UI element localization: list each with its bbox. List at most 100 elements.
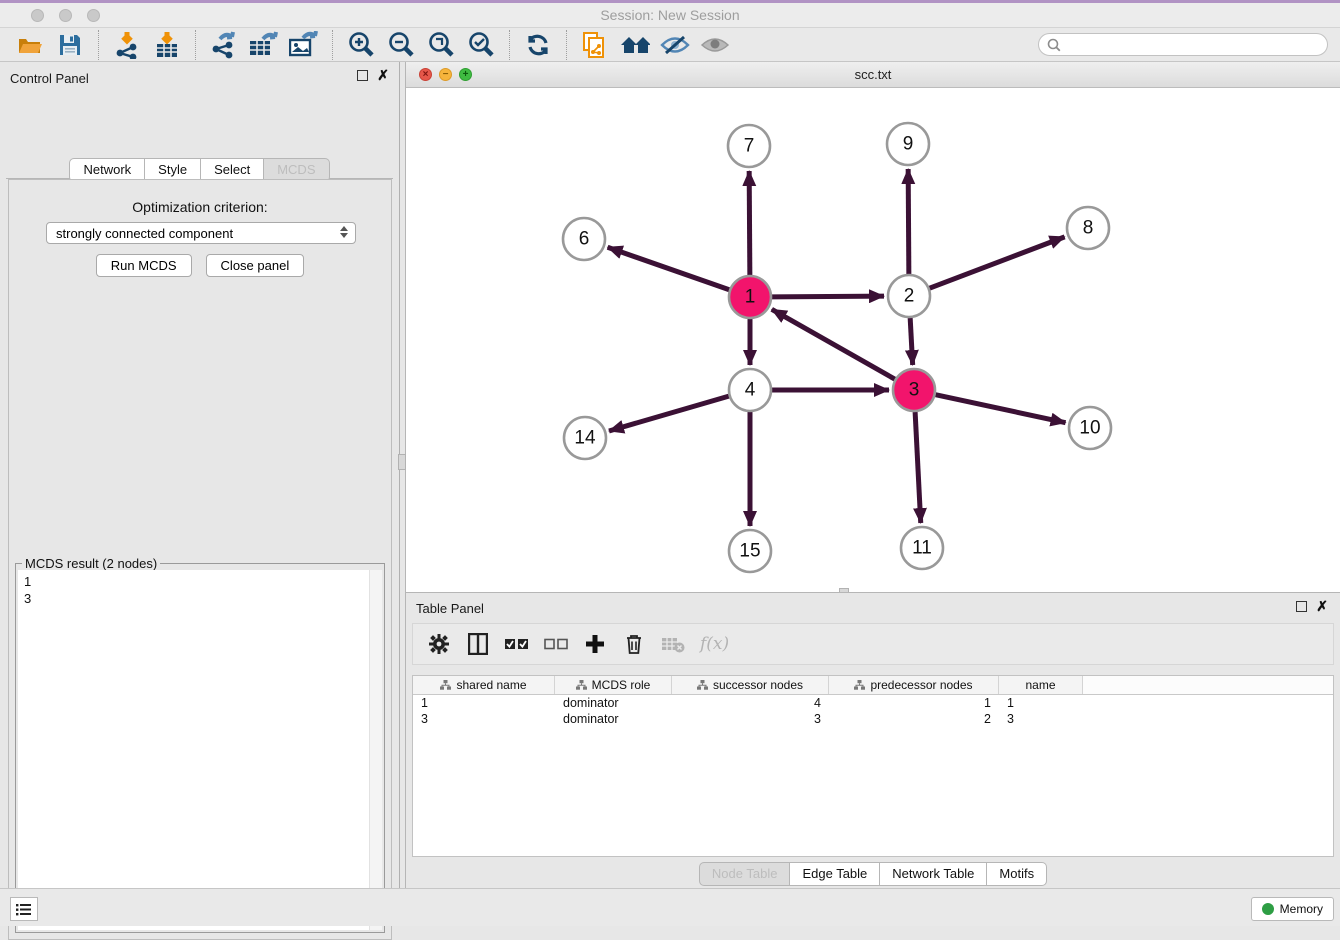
- table-cell[interactable]: 3: [413, 711, 555, 727]
- table-cell[interactable]: 3: [672, 711, 829, 727]
- graph-node-2[interactable]: 2: [888, 275, 930, 317]
- table-cell[interactable]: 4: [672, 695, 829, 711]
- table-cell[interactable]: 3: [999, 711, 1083, 727]
- graph-edge-3-11[interactable]: [915, 412, 921, 523]
- svg-text:2: 2: [904, 286, 915, 307]
- svg-text:11: 11: [912, 538, 932, 559]
- graph-node-8[interactable]: 8: [1067, 207, 1109, 249]
- table-header-row[interactable]: shared nameMCDS rolesuccessor nodesprede…: [413, 676, 1333, 695]
- zoom-in-icon[interactable]: [346, 31, 376, 59]
- export-network-icon[interactable]: [209, 31, 239, 59]
- table-cell[interactable]: 1: [999, 695, 1083, 711]
- graph-edge-2-8[interactable]: [930, 237, 1065, 288]
- column-header-name[interactable]: name: [999, 676, 1083, 694]
- close-panel-icon[interactable]: ✗: [377, 70, 389, 81]
- tree-sort-icon: [697, 680, 708, 690]
- table-cell[interactable]: 1: [413, 695, 555, 711]
- deselect-checkboxes-icon[interactable]: [544, 632, 568, 656]
- column-header-predecessor-nodes[interactable]: predecessor nodes: [829, 676, 999, 694]
- graph-node-10[interactable]: 10: [1069, 407, 1111, 449]
- splitter-grip[interactable]: [398, 454, 406, 470]
- run-mcds-button[interactable]: Run MCDS: [96, 254, 192, 277]
- graph-node-15[interactable]: 15: [729, 530, 771, 572]
- select-all-checkboxes-icon[interactable]: [505, 632, 529, 656]
- graph-node-6[interactable]: 6: [563, 218, 605, 260]
- tab-motifs[interactable]: Motifs: [987, 862, 1047, 886]
- graph-edge-2-3[interactable]: [910, 318, 913, 365]
- graph-node-11[interactable]: 11: [901, 527, 943, 569]
- search-input[interactable]: [1066, 38, 1316, 52]
- home-layouts-icon[interactable]: [620, 31, 650, 59]
- import-network-icon[interactable]: [112, 31, 142, 59]
- refresh-icon[interactable]: [523, 31, 553, 59]
- hide-eye-icon[interactable]: [660, 31, 690, 59]
- tab-network-table[interactable]: Network Table: [880, 862, 987, 886]
- memory-button[interactable]: Memory: [1251, 897, 1334, 921]
- mcds-result-list[interactable]: 13: [18, 570, 382, 930]
- gear-icon[interactable]: [427, 632, 451, 656]
- export-table-icon[interactable]: [249, 31, 279, 59]
- table-toolbar: f(x): [412, 623, 1334, 665]
- graph-edge-1-2[interactable]: [772, 296, 884, 297]
- import-table-icon[interactable]: [152, 31, 182, 59]
- mcds-panel: Optimization criterion: strongly connect…: [8, 179, 392, 940]
- graph-node-3[interactable]: 3: [893, 369, 935, 411]
- columns-icon[interactable]: [466, 632, 490, 656]
- network-canvas[interactable]: 7 9 6 8 1 2 4 3 14 10 15 11: [406, 88, 1340, 592]
- toolbar-separator: [332, 30, 333, 60]
- table-tabs: Node TableEdge TableNetwork TableMotifs: [406, 862, 1340, 886]
- graph-edge-1-7[interactable]: [749, 171, 750, 275]
- table-cell[interactable]: 1: [829, 695, 999, 711]
- toolbar-separator: [195, 30, 196, 60]
- control-panel: Control Panel ✗ NetworkStyleSelectMCDS O…: [0, 62, 400, 888]
- toolbar-separator: [566, 30, 567, 60]
- tab-node-table[interactable]: Node Table: [699, 862, 791, 886]
- graph-edge-3-10[interactable]: [936, 395, 1066, 423]
- search-box[interactable]: [1038, 33, 1328, 56]
- graph-edge-2-9[interactable]: [908, 169, 909, 274]
- close-panel-button[interactable]: Close panel: [206, 254, 305, 277]
- zoom-fit-icon[interactable]: [426, 31, 456, 59]
- export-image-icon[interactable]: [289, 31, 319, 59]
- optimization-criterion-select[interactable]: strongly connected component: [46, 222, 356, 244]
- save-session-icon[interactable]: [55, 31, 85, 59]
- show-eye-icon[interactable]: [700, 31, 730, 59]
- table-cell[interactable]: dominator: [555, 711, 672, 727]
- add-column-icon[interactable]: [583, 632, 607, 656]
- network-window-titlebar[interactable]: × − + scc.txt: [406, 62, 1340, 88]
- svg-text:6: 6: [579, 229, 590, 250]
- svg-text:14: 14: [574, 428, 596, 449]
- close-table-panel-icon[interactable]: ✗: [1316, 601, 1328, 612]
- zoom-selected-icon[interactable]: [466, 31, 496, 59]
- tab-edge-table[interactable]: Edge Table: [790, 862, 880, 886]
- result-scrollbar[interactable]: [369, 570, 382, 930]
- delete-column-icon[interactable]: [622, 632, 646, 656]
- graph-edge-4-14[interactable]: [609, 396, 729, 431]
- node-table[interactable]: shared nameMCDS rolesuccessor nodesprede…: [412, 675, 1334, 857]
- table-row[interactable]: 1dominator411: [413, 695, 1333, 711]
- network-from-file-icon[interactable]: [580, 31, 610, 59]
- graph-node-4[interactable]: 4: [729, 369, 771, 411]
- column-header-successor-nodes[interactable]: successor nodes: [672, 676, 829, 694]
- table-row[interactable]: 3dominator323: [413, 711, 1333, 727]
- window-title: Session: New Session: [0, 7, 1340, 23]
- column-header-MCDS-role[interactable]: MCDS role: [555, 676, 672, 694]
- table-body: 1dominator4113dominator323: [413, 695, 1333, 727]
- open-folder-icon[interactable]: [15, 31, 45, 59]
- graph-node-14[interactable]: 14: [564, 417, 606, 459]
- float-panel-icon[interactable]: [357, 70, 368, 81]
- table-cell[interactable]: 2: [829, 711, 999, 727]
- graph-node-1[interactable]: 1: [729, 276, 771, 318]
- optimization-criterion-value: strongly connected component: [56, 226, 233, 241]
- graph-edge-1-6[interactable]: [608, 247, 730, 289]
- graph-node-9[interactable]: 9: [887, 123, 929, 165]
- function-builder-icon-disabled: f(x): [700, 632, 729, 656]
- column-header-shared-name[interactable]: shared name: [413, 676, 555, 694]
- graph-node-7[interactable]: 7: [728, 125, 770, 167]
- table-cell[interactable]: dominator: [555, 695, 672, 711]
- zoom-out-icon[interactable]: [386, 31, 416, 59]
- graph-edge-3-1[interactable]: [772, 309, 895, 379]
- task-history-button[interactable]: [10, 897, 38, 921]
- svg-text:4: 4: [745, 380, 756, 401]
- float-table-panel-icon[interactable]: [1296, 601, 1307, 612]
